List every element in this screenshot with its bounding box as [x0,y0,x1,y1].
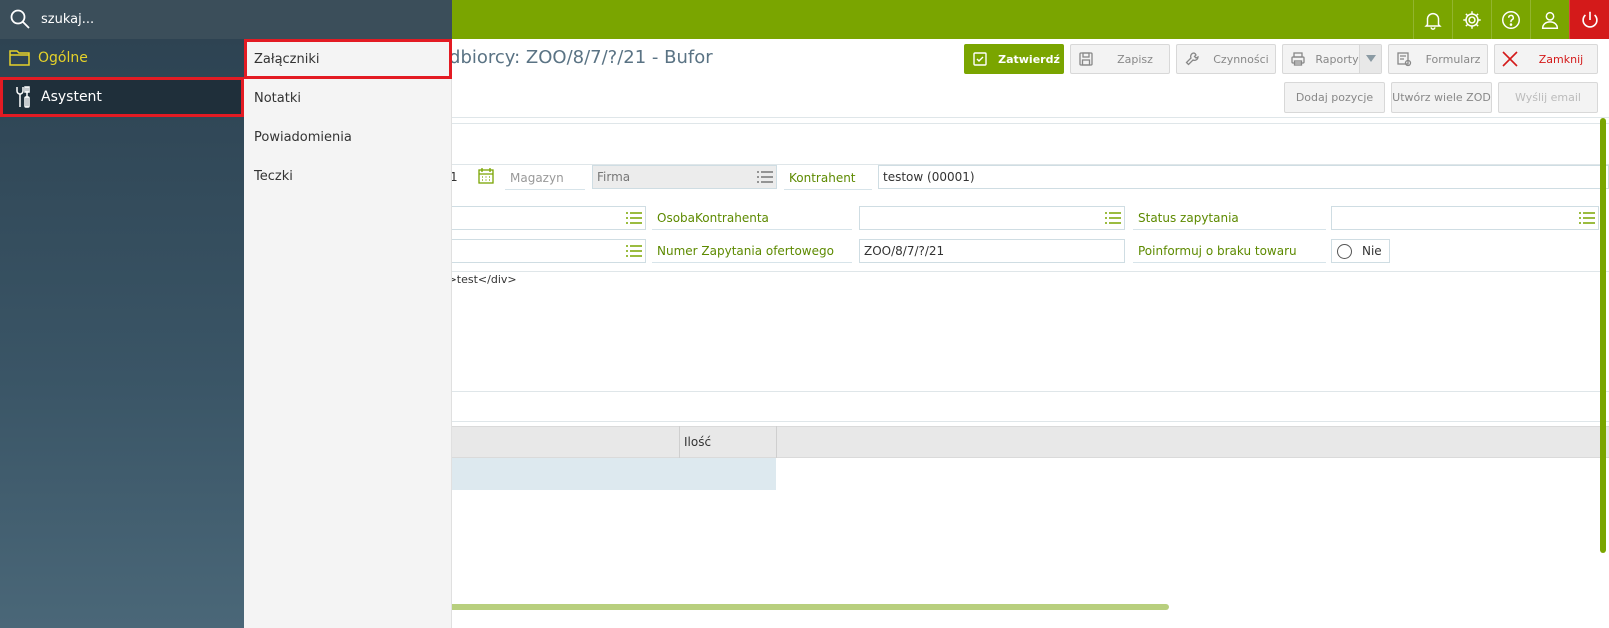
form-icon [1389,51,1419,67]
submenu-item-notifications[interactable]: Powiadomienia [244,117,452,157]
notify-value: Nie [1362,244,1382,258]
add-items-button[interactable]: Dodaj pozycje [1284,82,1385,113]
close-label: Zamknij [1538,52,1584,66]
warehouse-field[interactable]: Firma [592,165,777,189]
top-icons [1413,0,1609,39]
reports-label: Raporty [1315,52,1359,66]
list-icon[interactable] [625,244,643,261]
submenu-item-notes[interactable]: Notatki [244,78,452,118]
label-underline [652,262,852,263]
submenu-item-folders[interactable]: Teczki [244,156,452,196]
table-row[interactable] [438,458,776,490]
bell-icon[interactable] [1413,0,1452,39]
assistant-submenu: Załączniki Notatki Powiadomienia Teczki [244,39,452,628]
label-underline [652,229,852,230]
gear-icon[interactable] [1452,0,1491,39]
close-icon [1495,50,1525,68]
help-icon[interactable] [1491,0,1530,39]
nav-item-general-label: Ogólne [38,50,88,66]
form-button[interactable]: Formularz [1388,44,1488,74]
inquiry-field[interactable]: ZOO/8/7/?/21 [859,239,1125,263]
status-label: Status zapytania [1138,211,1239,225]
folder-icon [0,49,38,67]
actions-button[interactable]: Czynności [1176,44,1276,74]
nav-item-assistant[interactable]: Asystent [0,77,244,117]
section-divider [438,421,1609,422]
grid-separator [679,426,680,458]
save-icon [1071,51,1101,67]
horizontal-scrollbar[interactable] [438,604,1169,610]
actions-label: Czynności [1213,52,1269,66]
warehouse-value: Firma [597,170,631,184]
vertical-scrollbar[interactable] [1600,118,1606,553]
nav-item-general[interactable]: Ogólne [0,38,244,78]
notify-label: Poinformuj o braku towaru [1138,244,1297,258]
field-left-1[interactable] [438,206,646,230]
label-underline [1133,262,1326,263]
section-divider [438,271,1609,272]
notify-radio[interactable]: Nie [1331,239,1390,263]
confirm-label: Zatwierdź [998,52,1060,66]
list-icon[interactable] [1578,211,1596,228]
field-left-2[interactable] [438,239,646,263]
label-underline [1133,229,1326,230]
section-divider [438,391,1609,392]
list-icon[interactable] [1104,211,1122,228]
list-icon[interactable] [756,170,774,187]
radio-circle-icon[interactable] [1337,243,1352,259]
label-underline [784,189,872,190]
warehouse-label: Magazyn [510,171,564,185]
nav-item-assistant-label: Asystent [41,89,102,105]
calendar-icon[interactable] [477,167,497,187]
status-field[interactable] [1331,206,1599,230]
save-button[interactable]: Zapisz [1070,44,1170,74]
power-icon[interactable] [1569,0,1609,39]
save-label: Zapisz [1117,52,1153,66]
grid-header [438,426,1609,458]
reports-button[interactable]: Raporty [1282,44,1382,74]
search-bar[interactable]: szukaj... [0,0,452,39]
submenu-item-attachments[interactable]: Załączniki [244,39,452,79]
send-email-button[interactable]: Wyślij email [1498,82,1598,113]
form-label: Formularz [1425,52,1481,66]
contractor-field[interactable]: testow (00001) [878,165,1609,189]
grid-separator [776,426,777,458]
wrench-icon [1177,51,1207,67]
contractor-label: Kontrahent [789,171,856,185]
header-divider [438,117,1609,118]
user-icon[interactable] [1530,0,1569,39]
page-title: odbiorcy: ZOO/8/7/?/21 - Bufor [438,47,713,68]
close-button[interactable]: Zamknij [1494,44,1598,74]
tools-icon [3,86,41,108]
inquiry-label: Numer Zapytania ofertowego [657,244,834,258]
grid-column-quantity[interactable]: Ilość [684,435,711,449]
confirm-button[interactable]: Zatwierdź [964,44,1064,74]
contact-field[interactable] [859,206,1125,230]
section-divider [438,123,1609,124]
create-many-button[interactable]: Utwórz wiele ZOD [1391,82,1492,113]
list-icon[interactable] [625,211,643,228]
label-underline [505,189,585,190]
contact-label: OsobaKontrahenta [657,211,769,225]
search-icon [9,8,31,33]
printer-icon [1283,51,1313,67]
confirm-icon [965,51,995,67]
chevron-down-icon[interactable] [1359,45,1381,73]
search-input[interactable]: szukaj... [41,12,94,27]
